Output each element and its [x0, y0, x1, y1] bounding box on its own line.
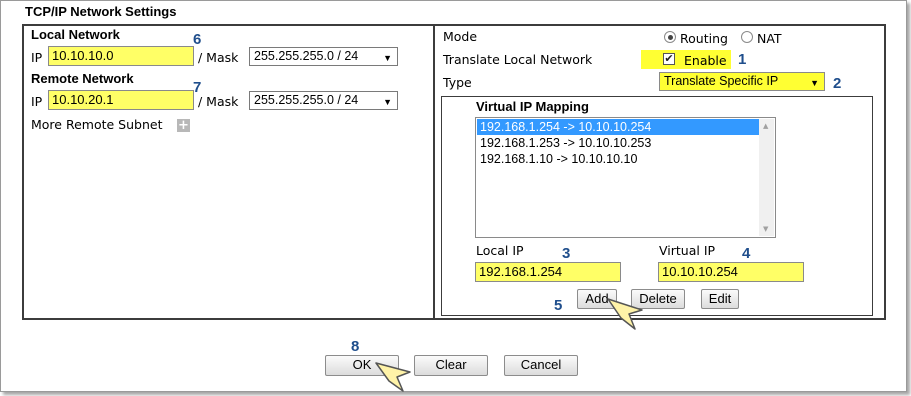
local-ip-map-label: Local IP: [476, 243, 524, 258]
mapping-list[interactable]: 192.168.1.254 -> 10.10.10.254 192.168.1.…: [475, 117, 776, 238]
add-subnet-icon[interactable]: +: [177, 119, 190, 132]
local-mask-label: / Mask: [198, 50, 239, 65]
remote-ip-label: IP: [31, 94, 43, 109]
mode-routing-label: Routing: [680, 31, 728, 46]
local-network-heading: Local Network: [31, 27, 120, 42]
virtual-ip-input[interactable]: 10.10.10.254: [658, 262, 804, 282]
list-scrollbar[interactable]: ▲ ▼: [759, 119, 774, 236]
enable-label: Enable: [684, 53, 727, 68]
callout-6: 6: [193, 31, 202, 48]
type-select[interactable]: Translate Specific IP ▼: [659, 72, 825, 91]
virtual-ip-label: Virtual IP: [659, 243, 716, 258]
remote-mask-value: 255.255.255.0 / 24: [254, 93, 359, 107]
chevron-down-icon: ▼: [383, 53, 392, 63]
remote-network-heading: Remote Network: [31, 71, 134, 86]
callout-1: 1: [738, 51, 747, 68]
more-remote-subnet-label: More Remote Subnet: [31, 117, 163, 132]
chevron-down-icon: ▼: [383, 97, 392, 107]
mode-nat-label: NAT: [757, 31, 782, 46]
translate-label: Translate Local Network: [443, 52, 593, 67]
scroll-down-icon[interactable]: ▼: [763, 225, 768, 233]
remote-ip-input[interactable]: 10.10.20.1: [48, 90, 194, 110]
cancel-button[interactable]: Cancel: [504, 355, 578, 376]
local-mask-select[interactable]: 255.255.255.0 / 24 ▼: [249, 47, 398, 66]
panel-divider: [433, 24, 435, 320]
callout-3: 3: [562, 245, 571, 262]
local-ip-map-input[interactable]: 192.168.1.254: [475, 262, 621, 282]
chevron-down-icon: ▼: [810, 78, 819, 88]
list-item[interactable]: 192.168.1.254 -> 10.10.10.254: [477, 119, 759, 135]
callout-8: 8: [351, 338, 360, 355]
edit-button[interactable]: Edit: [701, 289, 739, 309]
enable-checkbox[interactable]: ✔: [663, 53, 675, 65]
remote-mask-label: / Mask: [198, 94, 239, 109]
remote-mask-select[interactable]: 255.255.255.0 / 24 ▼: [249, 91, 398, 110]
virtual-ip-mapping-heading: Virtual IP Mapping: [476, 99, 589, 114]
mode-nat-radio[interactable]: [741, 31, 753, 43]
clear-button[interactable]: Clear: [414, 355, 488, 376]
list-item[interactable]: 192.168.1.253 -> 10.10.10.253: [477, 135, 651, 151]
list-item[interactable]: 192.168.1.10 -> 10.10.10.10: [477, 151, 637, 167]
type-label: Type: [443, 75, 472, 90]
local-mask-value: 255.255.255.0 / 24: [254, 49, 359, 63]
callout-2: 2: [833, 75, 842, 92]
local-ip-input[interactable]: 10.10.10.0: [48, 46, 194, 66]
section-title: TCP/IP Network Settings: [25, 4, 177, 19]
scroll-up-icon[interactable]: ▲: [763, 122, 768, 130]
callout-5: 5: [554, 297, 563, 314]
local-ip-label: IP: [31, 50, 43, 65]
pointer-cursor-icon: [607, 298, 643, 330]
pointer-cursor-icon: [375, 362, 411, 392]
mode-routing-radio[interactable]: [664, 31, 676, 43]
callout-4: 4: [742, 245, 751, 262]
mode-label: Mode: [443, 29, 478, 44]
type-value: Translate Specific IP: [664, 74, 779, 88]
